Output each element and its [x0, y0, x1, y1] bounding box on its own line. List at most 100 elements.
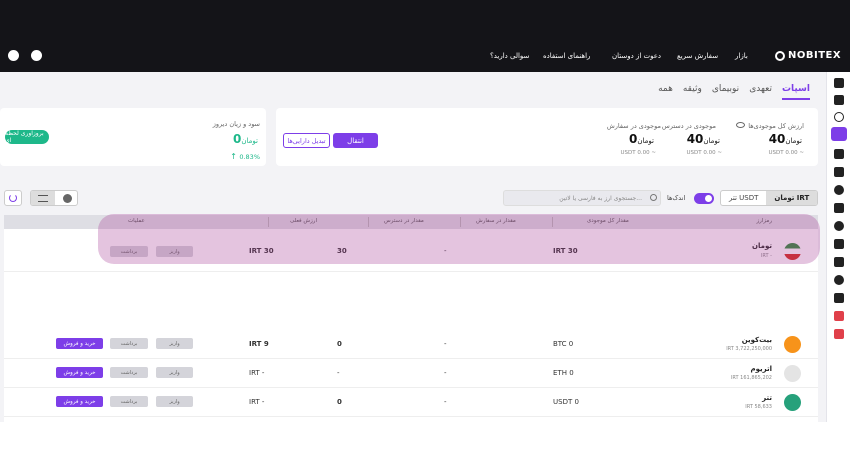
small-balances-toggle[interactable]	[694, 193, 714, 204]
withdraw-button[interactable]: برداشت	[110, 396, 148, 407]
coin-name: بیت‌کوین	[741, 336, 772, 344]
support-icon[interactable]	[31, 50, 42, 61]
calendar-icon[interactable]	[834, 239, 844, 249]
currency-usdt[interactable]: تتر USDT	[721, 191, 766, 205]
sidebar	[826, 72, 850, 422]
table-row: تتر IRT 58,633 USDT 0 - 0 IRT - واریز بر…	[4, 388, 818, 417]
refresh-button[interactable]	[4, 190, 22, 206]
verify-icon[interactable]	[834, 275, 844, 285]
tab-nobimai[interactable]: نوبیمای	[712, 84, 739, 100]
ethereum-icon	[784, 365, 801, 382]
invite-friends-icon[interactable]	[834, 311, 844, 321]
deposit-button[interactable]: واریز	[156, 396, 193, 407]
brand-logo[interactable]: NOBITEX	[775, 50, 841, 61]
cell-total: ETH 0	[553, 369, 574, 377]
withdraw-button[interactable]: برداشت	[110, 338, 148, 349]
bitcoin-menu-icon[interactable]	[834, 185, 844, 195]
cards-icon[interactable]	[834, 203, 844, 213]
list-view-button[interactable]	[31, 191, 55, 205]
cell-in-order: -	[444, 398, 447, 406]
total-balance-value: تومان40	[768, 132, 802, 146]
highlight-overlay	[98, 214, 820, 264]
cell-available: 0	[337, 340, 342, 348]
security-icon[interactable]	[834, 257, 844, 267]
transfer-button[interactable]: انتقال	[333, 133, 378, 148]
currency-switch: تتر USDT تومان IRT	[720, 190, 819, 206]
table-row: بیت‌کوین IRT 3,722,250,000 BTC 0 - 0 IRT…	[4, 330, 818, 359]
pnl-card: سود و زیان دیروز تومان0 ↑ 0.83% بروزآوری…	[0, 108, 266, 166]
orders-icon[interactable]	[834, 167, 844, 177]
available-balance-label: موجودی در دسترس	[661, 122, 716, 130]
nav-item-faq[interactable]: سوالی دارید؟	[490, 52, 529, 60]
dashboard-icon[interactable]	[834, 78, 844, 88]
eye-icon[interactable]	[736, 122, 745, 128]
refresh-icon	[9, 194, 17, 202]
tether-icon	[784, 394, 801, 411]
cell-available: 0	[337, 398, 342, 406]
user-icon[interactable]	[8, 50, 19, 61]
cell-in-order: -	[444, 340, 447, 348]
nav-item-invite[interactable]: دعوت از دوستان	[612, 52, 661, 60]
refresh-pnl-button[interactable]: بروزآوری لحظه ای	[5, 130, 49, 144]
pnl-value: تومان0	[233, 132, 258, 146]
pnl-label: سود و زیان دیروز	[212, 120, 260, 128]
cell-available: -	[337, 369, 340, 377]
chart-icon[interactable]	[834, 149, 844, 159]
total-balance-usdt: USDT 0.00 ~	[768, 150, 804, 156]
order-balance-value: تومان0	[629, 132, 654, 146]
trade-button[interactable]: خرید و فروش	[56, 396, 103, 407]
coin-price: IRT 3,722,250,000	[726, 346, 772, 352]
cell-value: IRT -	[249, 398, 265, 406]
nobitex-logo-icon	[775, 50, 785, 61]
history-icon[interactable]	[834, 112, 844, 122]
exchange-icon[interactable]	[834, 95, 844, 105]
tab-collateral[interactable]: وثیقه	[683, 84, 702, 100]
navbar: NOBITEX بازار سفارش سریع دعوت از دوستان …	[0, 40, 850, 72]
nav-item-market[interactable]: بازار	[735, 52, 748, 60]
brand-name: NOBITEX	[788, 50, 842, 61]
available-balance-usdt: USDT 0.00 ~	[686, 150, 722, 156]
order-balance-label: موجودی در سفارش	[606, 122, 661, 130]
trade-button[interactable]: خرید و فروش	[56, 338, 103, 349]
tab-margin[interactable]: تعهدی	[749, 84, 772, 100]
arrow-up-icon: ↑	[230, 152, 237, 161]
pie-chart-icon	[63, 194, 72, 203]
coin-name: اتریوم	[750, 365, 772, 373]
bottom-area	[0, 422, 850, 450]
table-row: اتریوم IRT 161,865,202 ETH 0 - - IRT - و…	[4, 359, 818, 388]
convert-assets-button[interactable]: تبدیل دارایی‌ها	[283, 133, 330, 148]
coin-price: IRT 161,865,202	[730, 375, 772, 381]
cell-value: IRT -	[249, 369, 265, 377]
cell-in-order: -	[444, 369, 447, 377]
small-balances-label: اندک‌ها	[667, 194, 686, 202]
bitcoin-icon	[784, 336, 801, 353]
coin-price: IRT 58,633	[745, 404, 772, 410]
messages-icon[interactable]	[834, 293, 844, 303]
tab-all[interactable]: همه	[658, 84, 673, 100]
withdraw-button[interactable]: برداشت	[110, 367, 148, 378]
cell-value: IRT 9	[249, 340, 269, 348]
top-black-bar	[0, 0, 850, 40]
coin-search-input[interactable]: جستجوی ارز به فارسی یا لاتین...	[503, 190, 661, 206]
tab-spot[interactable]: اسپات	[781, 84, 810, 100]
nav-item-guide[interactable]: راهنمای استفاده	[543, 52, 590, 60]
wallet-icon[interactable]	[831, 127, 847, 141]
profile-icon[interactable]	[834, 221, 844, 231]
deposit-button[interactable]: واریز	[156, 367, 193, 378]
deposit-button[interactable]: واریز	[156, 338, 193, 349]
balance-summary-card: ارزش کل موجودی‌ها تومان40 USDT 0.00 ~ مو…	[276, 108, 818, 166]
total-balance-label: ارزش کل موجودی‌ها	[748, 122, 804, 130]
available-balance-value: تومان40	[686, 132, 720, 146]
search-icon	[650, 194, 657, 201]
view-switch	[30, 190, 78, 206]
cell-total: BTC 0	[553, 340, 574, 348]
list-icon	[38, 195, 48, 202]
logout-icon[interactable]	[834, 329, 844, 339]
currency-irt[interactable]: تومان IRT	[766, 191, 818, 205]
nav-item-quick-order[interactable]: سفارش سریع	[677, 52, 718, 60]
chart-view-button[interactable]	[55, 191, 77, 205]
coin-name: تتر	[762, 394, 772, 402]
trade-button[interactable]: خرید و فروش	[56, 367, 103, 378]
wallet-tabs: اسپات تعهدی نوبیمای وثیقه همه	[658, 84, 810, 100]
order-balance-usdt: USDT 0.00 ~	[620, 150, 656, 156]
